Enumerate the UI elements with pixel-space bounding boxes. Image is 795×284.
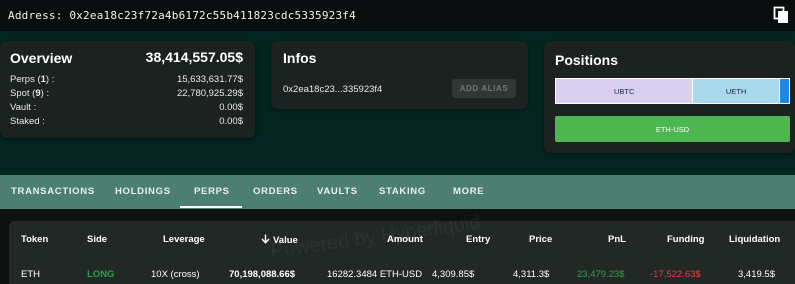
overview-row-label: Perps (1) :: [10, 74, 55, 85]
overview-row-vault: Vault : 0.00$: [10, 102, 243, 115]
overview-total: 38,414,557.05$: [145, 49, 243, 65]
column-header-side[interactable]: Side: [87, 234, 107, 245]
wallet-address: Address: 0x2ea18c23f72a4b6172c55b411823c…: [8, 9, 356, 22]
holdings-allocation-bar: UBTC UETH: [555, 78, 790, 104]
column-header-value[interactable]: Value: [261, 234, 298, 246]
perp-position-bar[interactable]: ETH-USD: [555, 116, 790, 142]
column-header-amount[interactable]: Amount: [387, 234, 423, 245]
address-bar: Address: 0x2ea18c23f72a4b6172c55b411823c…: [0, 0, 795, 31]
allocation-segment[interactable]: UBTC: [556, 79, 694, 103]
overview-row-perps: Perps (1) : 15,633,631.77$: [10, 74, 243, 87]
column-header-funding[interactable]: Funding: [667, 234, 704, 245]
overview-row-label: Spot (9) :: [10, 88, 50, 99]
tab-transactions[interactable]: TRANSACTIONS: [11, 186, 95, 197]
overview-title: Overview: [10, 50, 73, 66]
cell-side: LONG: [87, 269, 115, 280]
column-header-liquidation[interactable]: Liquidation: [729, 234, 780, 245]
add-alias-button[interactable]: ADD ALIAS: [452, 79, 516, 98]
cell-funding: -17,522.63$: [650, 269, 701, 280]
tab-vaults[interactable]: VAULTS: [317, 186, 358, 197]
tab-holdings[interactable]: HOLDINGS: [115, 186, 171, 197]
overview-row-label: Vault :: [10, 102, 37, 113]
column-header-pnl[interactable]: PnL: [608, 234, 626, 245]
column-header-value-label: Value: [273, 235, 298, 246]
column-header-leverage[interactable]: Leverage: [163, 234, 205, 245]
overview-row-value: 22,780,925.29$: [176, 88, 243, 99]
cell-token: ETH: [21, 269, 40, 280]
overview-row-staked: Staked : 0.00$: [10, 116, 243, 129]
overview-row-value: 15,633,631.77$: [176, 74, 243, 85]
cell-leverage: 10X (cross): [151, 269, 200, 280]
cell-liquidation: 3,419.5$: [738, 269, 775, 280]
cell-amount: 16282.3484 ETH-USD: [327, 269, 423, 280]
overview-row-label: Staked :: [10, 116, 45, 127]
tab-more[interactable]: MORE: [453, 186, 484, 197]
column-header-price[interactable]: Price: [529, 234, 552, 245]
overview-row-value: 0.00$: [219, 102, 243, 113]
short-address: 0x2ea18c23...335923f4: [283, 84, 383, 95]
infos-title: Infos: [283, 50, 317, 66]
positions-card: Positions UBTC UETH ETH-USD: [544, 41, 795, 153]
overview-row-spot: Spot (9) : 22,780,925.29$: [10, 88, 243, 101]
cell-pnl: 23,479.23$: [577, 269, 625, 280]
infos-card: Infos 0x2ea18c23...335923f4 ADD ALIAS: [271, 41, 528, 109]
column-header-entry[interactable]: Entry: [466, 234, 490, 245]
column-header-token[interactable]: Token: [21, 234, 48, 245]
cell-entry: 4,309.85$: [432, 269, 475, 280]
allocation-segment[interactable]: [779, 79, 789, 103]
allocation-segment[interactable]: UETH: [693, 79, 780, 103]
tab-bar: TRANSACTIONS HOLDINGS PERPS ORDERS VAULTS STA…: [0, 175, 795, 209]
positions-title: Positions: [555, 52, 619, 68]
tab-orders[interactable]: ORDERS: [253, 186, 298, 197]
tab-perps[interactable]: PERPS: [194, 186, 230, 197]
active-tab-indicator: [180, 206, 242, 208]
overview-row-value: 0.00$: [219, 116, 243, 127]
cell-value: 70,198,088.66$: [229, 269, 296, 280]
overview-card: Overview 38,414,557.05$ Perps (1) : 15,6…: [0, 41, 255, 138]
cell-price: 4,311.3$: [513, 269, 550, 280]
tab-staking[interactable]: STAKING: [379, 186, 426, 197]
arrow-down-icon: [261, 234, 270, 244]
copy-icon[interactable]: [773, 6, 789, 24]
